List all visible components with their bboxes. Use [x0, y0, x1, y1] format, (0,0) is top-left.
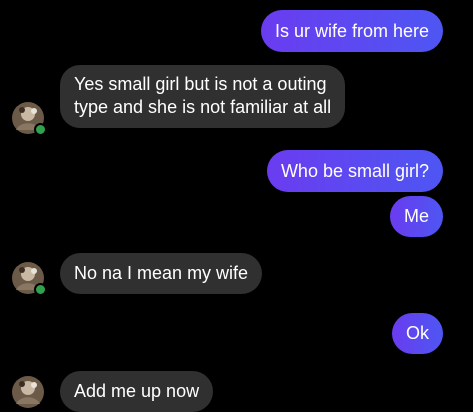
- contact-avatar[interactable]: [12, 102, 47, 136]
- sent-message-bubble[interactable]: Ok: [391, 313, 443, 354]
- message-text: Ok: [405, 323, 429, 343]
- sent-message-bubble[interactable]: Is ur wife from here: [260, 10, 443, 52]
- message-text: Who be small girl?: [280, 161, 429, 181]
- message-text-line-1: Yes small girl but is not a outing: [74, 74, 327, 94]
- message-text: Is ur wife from here: [274, 21, 429, 41]
- received-message-bubble[interactable]: No na I mean my wife: [60, 253, 263, 294]
- sent-message-bubble[interactable]: Me: [389, 196, 443, 237]
- message-text: Add me up now: [74, 381, 200, 401]
- online-presence-dot: [34, 283, 47, 296]
- received-message-bubble[interactable]: Yes small girl but is not a outing type …: [60, 65, 346, 128]
- message-text: Me: [403, 206, 429, 226]
- avatar-image-icon: [12, 376, 44, 408]
- online-presence-dot: [34, 123, 47, 136]
- message-text: No na I mean my wife: [74, 263, 249, 283]
- sent-message-bubble[interactable]: Who be small girl?: [266, 150, 443, 192]
- contact-avatar[interactable]: [12, 376, 44, 408]
- received-message-bubble[interactable]: Add me up now: [60, 371, 214, 412]
- message-text-line-2: type and she is not familiar at all: [74, 97, 332, 117]
- message-thread: Is ur wife from here Yes small girl but …: [0, 0, 473, 412]
- contact-avatar[interactable]: [12, 262, 47, 296]
